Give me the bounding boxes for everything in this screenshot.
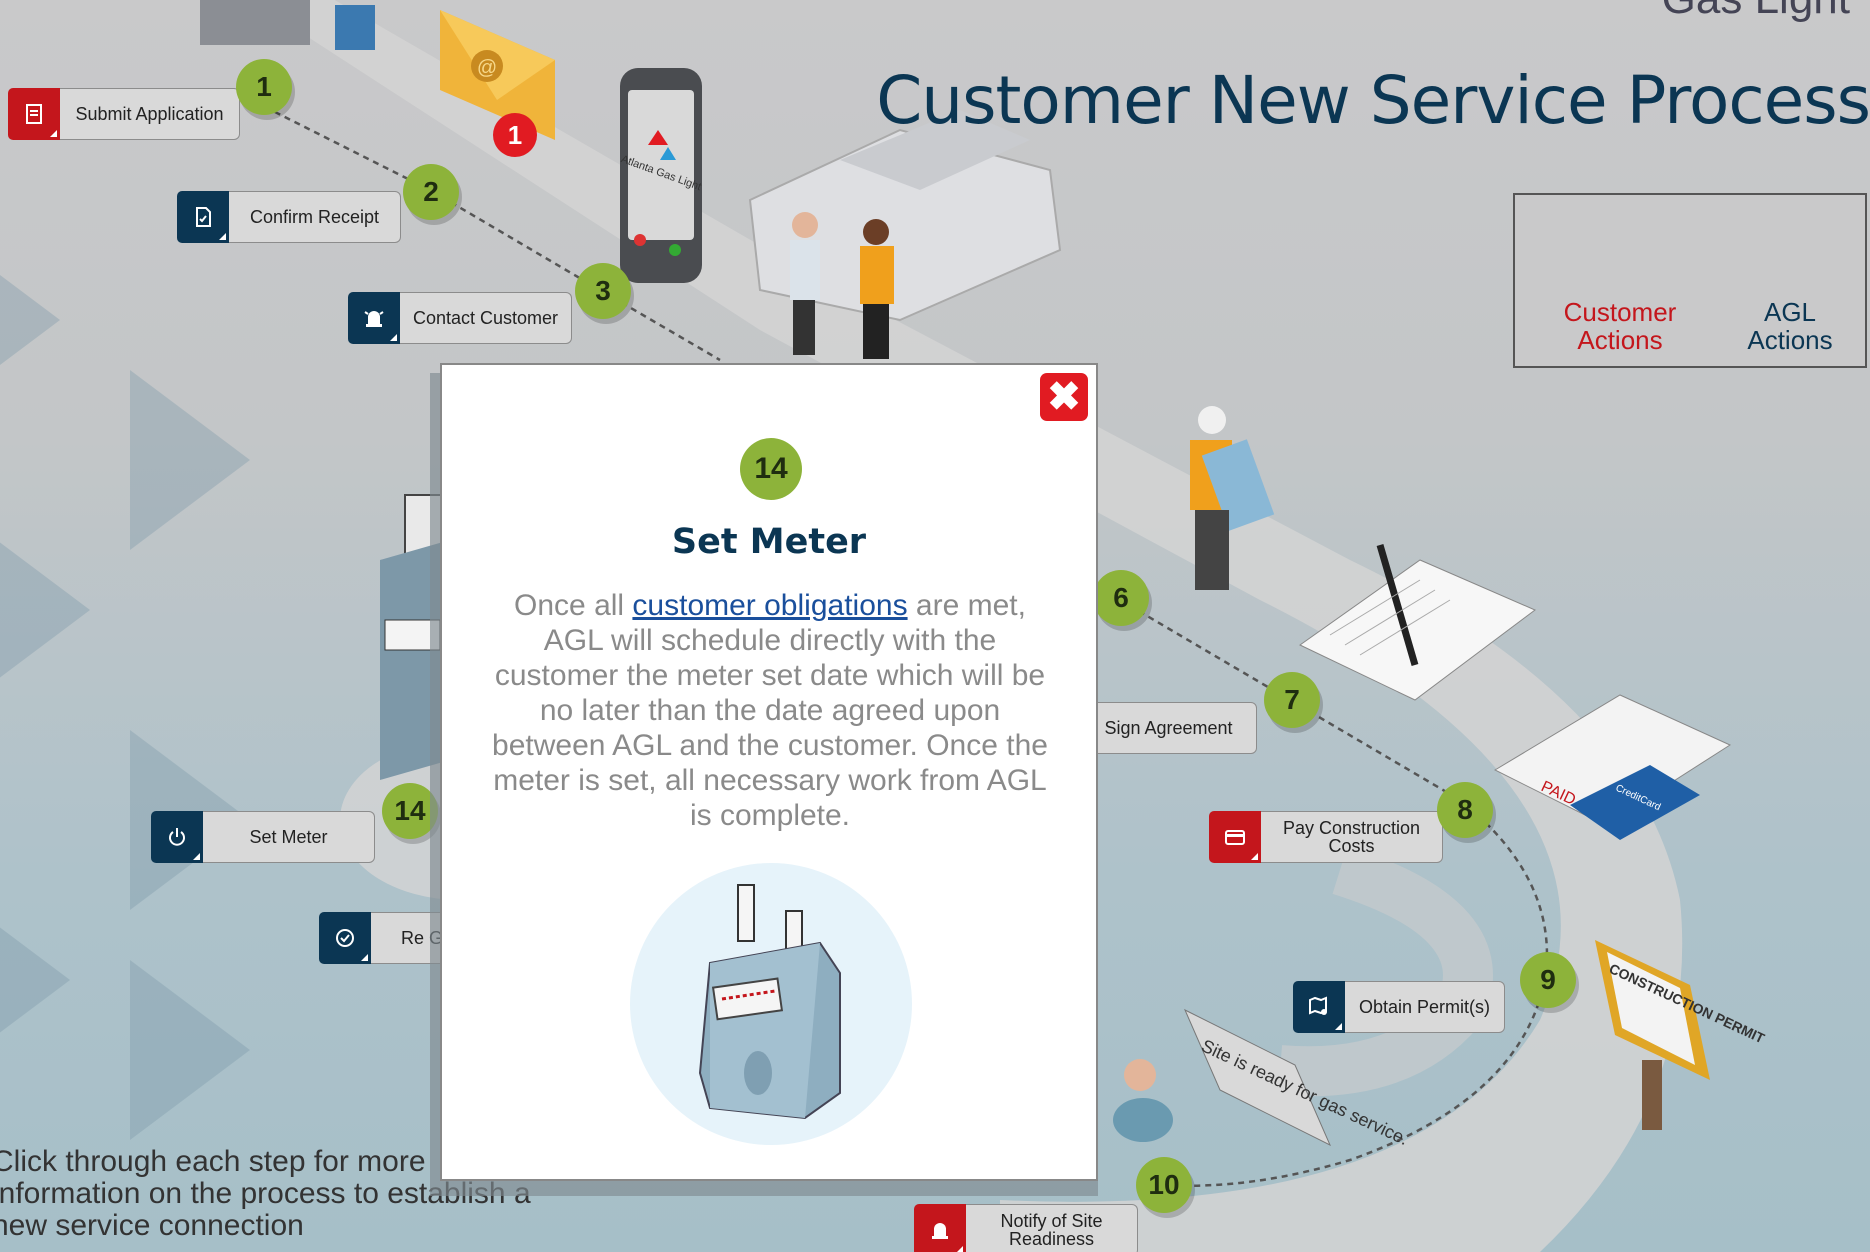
actor-legend: Customer Actions AGL Actions xyxy=(1513,193,1867,368)
step-number-badge[interactable]: 9 xyxy=(1520,952,1576,1008)
step-confirm-receipt[interactable]: Confirm Receipt xyxy=(177,191,401,243)
step-label: Pay Construction Costs xyxy=(1261,811,1443,863)
truck-and-people-illustration xyxy=(748,110,1062,359)
step-contact-customer[interactable]: Contact Customer xyxy=(348,292,572,344)
step-set-meter[interactable]: Set Meter xyxy=(151,811,375,863)
step-number-badge[interactable]: 2 xyxy=(403,164,459,220)
alarm-bell-icon xyxy=(348,292,400,344)
credit-card-icon xyxy=(1209,811,1261,863)
step-number-badge[interactable]: 6 xyxy=(1093,570,1149,626)
step-label: Notify of Site Readiness xyxy=(966,1204,1138,1252)
modal-description: Once all customer obligations are met, A… xyxy=(492,589,1048,832)
customer-obligations-link[interactable]: customer obligations xyxy=(632,589,907,622)
legend-customer-actions: Customer Actions xyxy=(1563,297,1677,355)
step-label: Sign Agreement xyxy=(1080,702,1257,754)
map-pin-icon xyxy=(1293,981,1345,1033)
gas-meter-illustration xyxy=(630,863,912,1145)
modal-step-number: 14 xyxy=(740,438,802,500)
step-label: Set Meter xyxy=(203,811,375,863)
step-label: Contact Customer xyxy=(400,292,572,344)
step-submit-application[interactable]: Submit Application xyxy=(8,88,240,140)
company-name-partial: Gas Light xyxy=(1662,0,1850,24)
step-number-badge[interactable]: 8 xyxy=(1437,782,1493,838)
step-detail-modal: ✖ 14 Set Meter Once all customer obligat… xyxy=(440,363,1098,1181)
step-obtain-permits[interactable]: Obtain Permit(s) xyxy=(1293,981,1505,1033)
step-number-badge[interactable]: 10 xyxy=(1136,1157,1192,1213)
step-number-badge[interactable]: 1 xyxy=(236,59,292,115)
step-number-badge[interactable]: 3 xyxy=(575,263,631,319)
modal-title: Set Meter xyxy=(671,522,867,562)
form-icon xyxy=(8,88,60,140)
step-label: Submit Application xyxy=(60,88,240,140)
svg-text:@: @ xyxy=(477,57,497,79)
step-sign-agreement[interactable]: Sign Agreement xyxy=(1080,702,1257,754)
svg-text:1: 1 xyxy=(508,120,522,150)
close-icon[interactable]: ✖ xyxy=(1040,373,1088,421)
step-label: Obtain Permit(s) xyxy=(1345,981,1505,1033)
step-label: Confirm Receipt xyxy=(229,191,401,243)
page-title: Customer New Service Process xyxy=(876,62,1870,139)
check-circle-icon xyxy=(319,912,371,964)
step-pay-construction-costs[interactable]: Pay Construction Costs xyxy=(1209,811,1443,863)
alarm-bell-icon xyxy=(914,1204,966,1252)
step-number-badge[interactable]: 7 xyxy=(1264,672,1320,728)
booth-illustration xyxy=(200,0,375,50)
step-notify-site-readiness[interactable]: Notify of Site Readiness xyxy=(914,1204,1138,1252)
legend-agl-actions: AGL Actions xyxy=(1747,297,1833,355)
power-icon xyxy=(151,811,203,863)
gas-meter-icon xyxy=(698,884,841,1120)
document-check-icon xyxy=(177,191,229,243)
phone-illustration: Atlanta Gas Light xyxy=(619,68,703,283)
